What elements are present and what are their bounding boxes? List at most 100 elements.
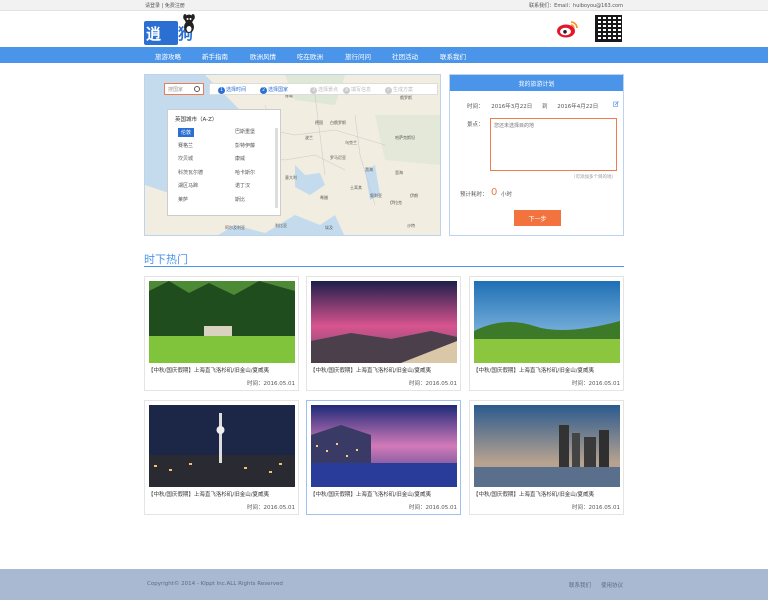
city-item[interactable]: 坎贝城 [178, 155, 193, 162]
city-item[interactable]: 科茨瓦尔德 [178, 169, 203, 176]
date-separator: 到 [542, 104, 548, 110]
map-label: 哈萨克斯坦 [395, 135, 415, 140]
hot-card[interactable]: 【中秋/国庆假期】上海直飞洛杉矶/旧金山/夏威夷时间：2016.05.01 [144, 276, 299, 391]
step-label: 选择时间 [226, 87, 247, 93]
hot-card-caption[interactable]: 【中秋/国庆假期】上海直飞洛杉矶/旧金山/夏威夷 [473, 366, 594, 374]
hot-card-time: 时间：2016.05.01 [247, 381, 295, 387]
hot-card[interactable]: 【中秋/国庆假期】上海直飞洛杉矶/旧金山/夏威夷时间：2016.05.01 [469, 276, 624, 391]
step-number: 1 [218, 87, 225, 94]
city-item[interactable]: 诺丁汉 [235, 182, 250, 189]
map-label: 埃及 [325, 225, 333, 230]
site-logo[interactable]: 逍 遥狗 [144, 13, 196, 45]
spots-label: 景点： [467, 122, 484, 128]
map-label: 白俄罗斯 [330, 120, 346, 125]
top-bar: 请登录 | 免费注册 联系我们：Email：huiboyou@163.com [0, 0, 768, 11]
hot-card-image[interactable] [311, 281, 457, 363]
step-label: 生成方案 [393, 87, 414, 93]
hot-card-caption[interactable]: 【中秋/国庆假期】上海直飞洛杉矶/旧金山/夏威夷 [148, 490, 269, 498]
next-step-button[interactable]: 下一步 [514, 210, 561, 226]
login-links: 请登录 | 免费注册 [145, 2, 185, 9]
search-icon[interactable] [194, 86, 200, 92]
step-2[interactable]: 2 选择国家 [260, 86, 288, 94]
map-label: 波兰 [305, 135, 313, 140]
start-date[interactable]: 2016年3月22日 [491, 104, 532, 110]
nav-item-6[interactable]: 联系我们 [440, 51, 466, 61]
step-4[interactable]: 4 填写信息 [343, 86, 371, 94]
city-item[interactable]: 湖区马蹄 [178, 182, 198, 189]
step-3[interactable]: 3 选择景点 [310, 86, 338, 94]
map-label: 俄罗斯 [400, 95, 412, 100]
map-panel[interactable]: 俄罗斯德国法国英国波兰乌克兰白俄罗斯哈萨克斯坦土耳其伊朗伊拉克叙利亚埃及沙特利比… [144, 74, 441, 236]
hot-section-title: 时下热门 [144, 253, 188, 266]
hot-card-caption[interactable]: 【中秋/国庆假期】上海直飞洛杉矶/旧金山/夏威夷 [148, 366, 269, 374]
map-label: 伊朗 [410, 193, 418, 198]
footer-link-0[interactable]: 联系我们 [569, 583, 591, 589]
step-5[interactable]: ✓ 生成方案 [385, 86, 413, 94]
weibo-icon[interactable] [556, 19, 578, 39]
city-item[interactable]: 巴斯重堡 [235, 128, 255, 135]
hot-section-divider [144, 266, 624, 267]
city-item[interactable]: 伦敦 [178, 128, 195, 137]
hot-card-time: 时间：2016.05.01 [409, 381, 457, 387]
map-label: 叙利亚 [370, 193, 382, 198]
hot-card[interactable]: 【中秋/国庆假期】上海直飞洛杉矶/旧金山/夏威夷时间：2016.05.01 [469, 400, 624, 515]
map-label: 德国 [315, 120, 323, 125]
hot-card-time: 时间：2016.05.01 [572, 505, 620, 511]
city-item[interactable]: 莱萨 [178, 196, 188, 203]
map-label: 阿尔及利亚 [225, 225, 245, 230]
city-item[interactable]: 彭特伊藤 [235, 142, 255, 149]
end-date[interactable]: 2016年4月22日 [557, 104, 598, 110]
map-label: 利比亚 [275, 223, 287, 228]
step-number: 2 [260, 87, 267, 94]
hot-card-time: 时间：2016.05.01 [572, 381, 620, 387]
nav-item-1[interactable]: 新手指南 [202, 51, 228, 61]
hot-card-caption[interactable]: 【中秋/国庆假期】上海直飞洛杉矶/旧金山/夏威夷 [473, 490, 594, 498]
time-label: 时间： [467, 104, 484, 110]
hot-card-image[interactable] [474, 281, 620, 363]
trip-planner: 我的旅游计划 时间： 2016年3月22日 到 2016年4月22日 景点： （… [449, 74, 624, 236]
step-number: 4 [343, 87, 350, 94]
hot-card-image[interactable] [149, 281, 295, 363]
hot-card-time: 时间：2016.05.01 [409, 505, 457, 511]
edit-icon[interactable] [613, 101, 619, 107]
map-label: 黑海 [365, 167, 373, 172]
step-1[interactable]: 1 选择时间 [218, 86, 246, 94]
nav-item-5[interactable]: 社团活动 [392, 51, 418, 61]
hot-card[interactable]: 【中秋/国庆假期】上海直飞洛杉矶/旧金山/夏威夷 时间：2016.05.01 [144, 400, 299, 515]
map-label: 土耳其 [350, 185, 362, 190]
planner-title: 我的旅游计划 [450, 75, 623, 91]
hot-card[interactable]: 【中秋/国庆假期】上海直飞洛杉矶/旧金山/夏威夷时间：2016.05.01 [306, 400, 461, 515]
register-link[interactable]: 免费注册 [165, 3, 185, 9]
map-label: 罗马尼亚 [330, 155, 346, 160]
city-item[interactable]: 哈卡斯尔 [235, 169, 255, 176]
city-list-panel: 英国城市（A-Z） 伦敦 巴斯重堡 赛格兰 彭特伊藤 坎贝城 康威 科茨瓦尔德 哈卡斯尔 湖区马… [167, 109, 281, 216]
hot-card[interactable]: 【中秋/国庆假期】上海直飞洛杉矶/旧金山/夏威夷时间：2016.05.01 [306, 276, 461, 391]
city-item[interactable]: 赛格兰 [178, 142, 193, 149]
days-value: 0 [491, 187, 498, 198]
search-placeholder: 搜国家 [168, 87, 184, 93]
hot-card-caption[interactable]: 【中秋/国庆假期】上海直飞洛杉矶/旧金山/夏威夷 [310, 366, 431, 374]
country-search-input[interactable]: 搜国家 [164, 83, 204, 95]
hot-card-image[interactable] [149, 405, 295, 487]
spots-textarea[interactable] [490, 118, 617, 171]
login-link[interactable]: 请登录 [145, 3, 160, 9]
city-item[interactable]: 斯比 [235, 196, 245, 203]
footer-links: 联系我们 使用协议 [559, 581, 623, 589]
nav-item-2[interactable]: 欧洲风情 [250, 51, 276, 61]
nav-item-0[interactable]: 旅游攻略 [155, 51, 181, 61]
qr-code [595, 15, 622, 42]
map-label: 希腊 [320, 195, 328, 200]
hot-card-caption[interactable]: 【中秋/国庆假期】上海直飞洛杉矶/旧金山/夏威夷 [310, 490, 431, 498]
footer-link-1[interactable]: 使用协议 [601, 583, 623, 589]
logo-text-part1: 逍 [146, 25, 162, 43]
step-number: 3 [310, 87, 317, 94]
city-list-scrollbar[interactable] [275, 128, 278, 208]
spots-hint: （可添加多个目的地） [571, 175, 616, 180]
hot-card-image[interactable] [311, 405, 457, 487]
nav-item-3[interactable]: 吃在欧洲 [297, 51, 323, 61]
city-item[interactable]: 康威 [235, 155, 245, 162]
map-label: 伊拉克 [390, 200, 402, 205]
nav-item-4[interactable]: 旅行问问 [345, 51, 371, 61]
copyright: Copyright© 2014 - Klppt Inc.ALL Rights R… [147, 581, 283, 587]
hot-card-image[interactable] [474, 405, 620, 487]
